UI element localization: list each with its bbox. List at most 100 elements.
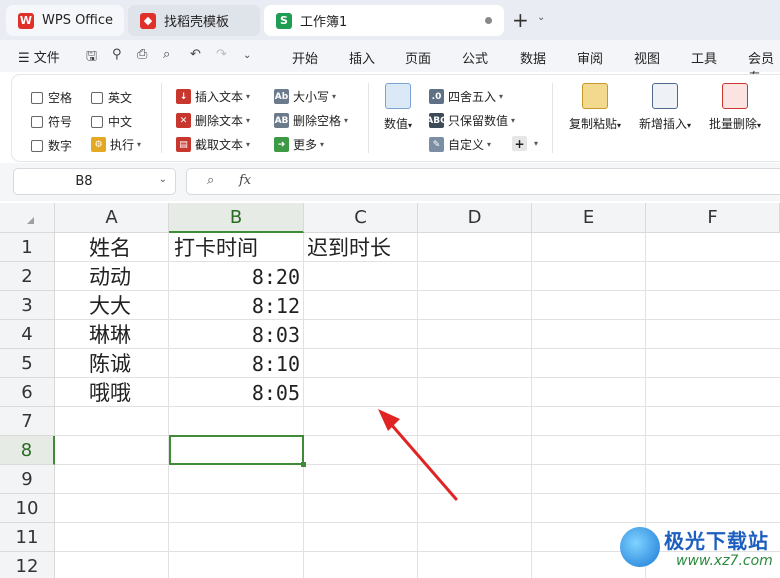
checkbox-space[interactable]: 空格 [31, 89, 72, 106]
menu-data[interactable]: 数据 [520, 48, 546, 67]
checkbox-label: 空格 [48, 91, 73, 105]
save-icon[interactable]: 🖫 [86, 47, 97, 69]
checkbox-chinese[interactable]: 中文 [91, 113, 132, 130]
ribbon-toolbar: 空格 英文 符号 中文 数字 ⚙ 执行 ▾ ↓ 插入文本 ▾ ✕ 删除文本 ▾ ▤ 截… [12, 75, 780, 161]
tab-list-chevron-icon[interactable]: ⌄ [537, 12, 545, 23]
menu-home[interactable]: 开始 [292, 48, 318, 67]
cell-b4[interactable]: 8:03 [169, 321, 300, 350]
cell-b6[interactable]: 8:05 [169, 379, 300, 408]
row-header-3[interactable]: 3 [0, 291, 55, 320]
number-format-button[interactable]: 数值▾ [378, 83, 418, 132]
column-header-e[interactable]: E [532, 203, 646, 233]
fx-icon[interactable]: fx [239, 173, 251, 188]
column-header-c[interactable]: C [304, 203, 418, 233]
delete-text-button[interactable]: ✕ 删除文本 ▾ [176, 112, 250, 129]
cell-a1[interactable]: 姓名 [89, 234, 131, 263]
add-insert-button[interactable]: 新增插入▾ [634, 83, 696, 132]
format-painter-icon[interactable]: ⚲ [112, 47, 122, 62]
cell-b3[interactable]: 8:12 [169, 292, 300, 321]
execute-icon: ⚙ [91, 137, 106, 152]
cell-a6[interactable]: 哦哦 [89, 379, 131, 408]
column-header-d[interactable]: D [418, 203, 532, 233]
dropdown-arrow-icon: ▾ [499, 92, 504, 101]
batch-delete-button[interactable]: 批量删除▾ [704, 83, 766, 132]
formula-bar: B8 ⌄ ⌕ fx [0, 163, 780, 201]
round-button[interactable]: .0 四舍五入 ▾ [429, 88, 503, 105]
copy-paste-label: 复制粘贴 [568, 117, 617, 131]
cell-b1[interactable]: 打卡时间 [174, 234, 258, 263]
selected-cell-b8[interactable] [169, 435, 306, 467]
tab-wps-office[interactable]: W WPS Office [6, 5, 124, 36]
zoom-search-icon[interactable]: ⌕ [207, 173, 214, 188]
insert-text-button[interactable]: ↓ 插入文本 ▾ [176, 88, 250, 105]
cell-b5[interactable]: 8:10 [169, 350, 300, 379]
checkbox-box[interactable] [31, 139, 43, 152]
keep-values-button[interactable]: ABC 只保留数值 ▾ [426, 112, 515, 129]
extract-text-button[interactable]: ▤ 截取文本 ▾ [176, 136, 250, 153]
dropdown-arrow-icon: ▾ [332, 92, 337, 101]
redo-icon[interactable]: ↷ [216, 47, 227, 62]
checkbox-box[interactable] [31, 91, 43, 104]
column-header-a[interactable]: A [55, 203, 169, 233]
quick-access-chevron-icon[interactable]: ⌄ [243, 50, 251, 61]
menu-tools[interactable]: 工具 [691, 48, 717, 67]
name-box-chevron-icon[interactable]: ⌄ [159, 174, 167, 185]
menu-review[interactable]: 审阅 [577, 48, 603, 67]
checkbox-box[interactable] [31, 115, 43, 128]
row-header-4[interactable]: 4 [0, 320, 55, 349]
row-header-2[interactable]: 2 [0, 262, 55, 291]
delete-space-button[interactable]: AB 删除空格 ▾ [274, 112, 348, 129]
custom-button[interactable]: ✎ 自定义 ▾ [429, 136, 491, 153]
row-header-10[interactable]: 10 [0, 494, 55, 523]
tab-template-store[interactable]: ◆ 找稻壳模板 [128, 5, 260, 36]
case-button[interactable]: Ab 大小写 ▾ [274, 88, 336, 105]
name-box[interactable]: B8 ⌄ [13, 168, 176, 195]
delete-text-label: 删除文本 [195, 114, 244, 128]
row-header-8[interactable]: 8 [0, 436, 55, 465]
menu-page[interactable]: 页面 [405, 48, 431, 67]
more-button[interactable]: ➜ 更多 ▾ [274, 136, 324, 153]
column-header-f[interactable]: F [646, 203, 780, 233]
file-menu-button[interactable]: ☰ 文件 [18, 47, 60, 66]
add-more-button[interactable]: + ▾ [512, 136, 538, 151]
formula-input[interactable]: ⌕ fx [186, 168, 780, 195]
row-header-5[interactable]: 5 [0, 349, 55, 378]
menu-view[interactable]: 视图 [634, 48, 660, 67]
keep-values-label: 只保留数值 [448, 114, 509, 128]
cell-c1[interactable]: 迟到时长 [307, 234, 391, 263]
cell-a4[interactable]: 琳琳 [89, 321, 131, 350]
batch-delete-icon [722, 83, 748, 109]
unsaved-dot-icon[interactable] [485, 17, 492, 24]
row-header-1[interactable]: 1 [0, 233, 55, 262]
wps-logo-icon: W [18, 12, 34, 29]
spreadsheet-s-icon: S [276, 12, 292, 29]
undo-icon[interactable]: ↶ [190, 47, 201, 62]
row-header-9[interactable]: 9 [0, 465, 55, 494]
row-header-6[interactable]: 6 [0, 378, 55, 407]
checkbox-english[interactable]: 英文 [91, 89, 132, 106]
checkbox-label: 符号 [48, 115, 73, 129]
row-header-12[interactable]: 12 [0, 552, 55, 578]
row-header-7[interactable]: 7 [0, 407, 55, 436]
print-preview-icon[interactable]: ⌕ [163, 47, 170, 62]
cell-b2[interactable]: 8:20 [169, 263, 300, 292]
checkbox-digit[interactable]: 数字 [31, 137, 72, 154]
print-icon[interactable]: ⎙ [137, 47, 147, 62]
copy-paste-button[interactable]: 复制粘贴▾ [564, 83, 626, 132]
cell-a2[interactable]: 动动 [89, 263, 131, 292]
more-label: 更多 [293, 138, 318, 152]
new-tab-plus-icon[interactable]: + [512, 8, 529, 32]
menu-formula[interactable]: 公式 [462, 48, 488, 67]
checkbox-symbol[interactable]: 符号 [31, 113, 72, 130]
execute-button[interactable]: ⚙ 执行 ▾ [91, 136, 141, 153]
checkbox-box[interactable] [91, 115, 103, 128]
checkbox-box[interactable] [91, 91, 103, 104]
column-header-b[interactable]: B [169, 203, 304, 233]
menu-insert[interactable]: 插入 [349, 48, 375, 67]
tab-workbook[interactable]: S 工作簿1 [264, 5, 504, 36]
cell-a5[interactable]: 陈诚 [89, 350, 131, 379]
row-header-11[interactable]: 11 [0, 523, 55, 552]
cell-a3[interactable]: 大大 [89, 292, 131, 321]
select-all-corner[interactable] [0, 203, 55, 233]
spreadsheet-grid[interactable]: A B C D E F 1 2 3 4 5 6 7 8 9 10 11 12 姓名 打卡时间 迟到时长… [0, 203, 780, 578]
